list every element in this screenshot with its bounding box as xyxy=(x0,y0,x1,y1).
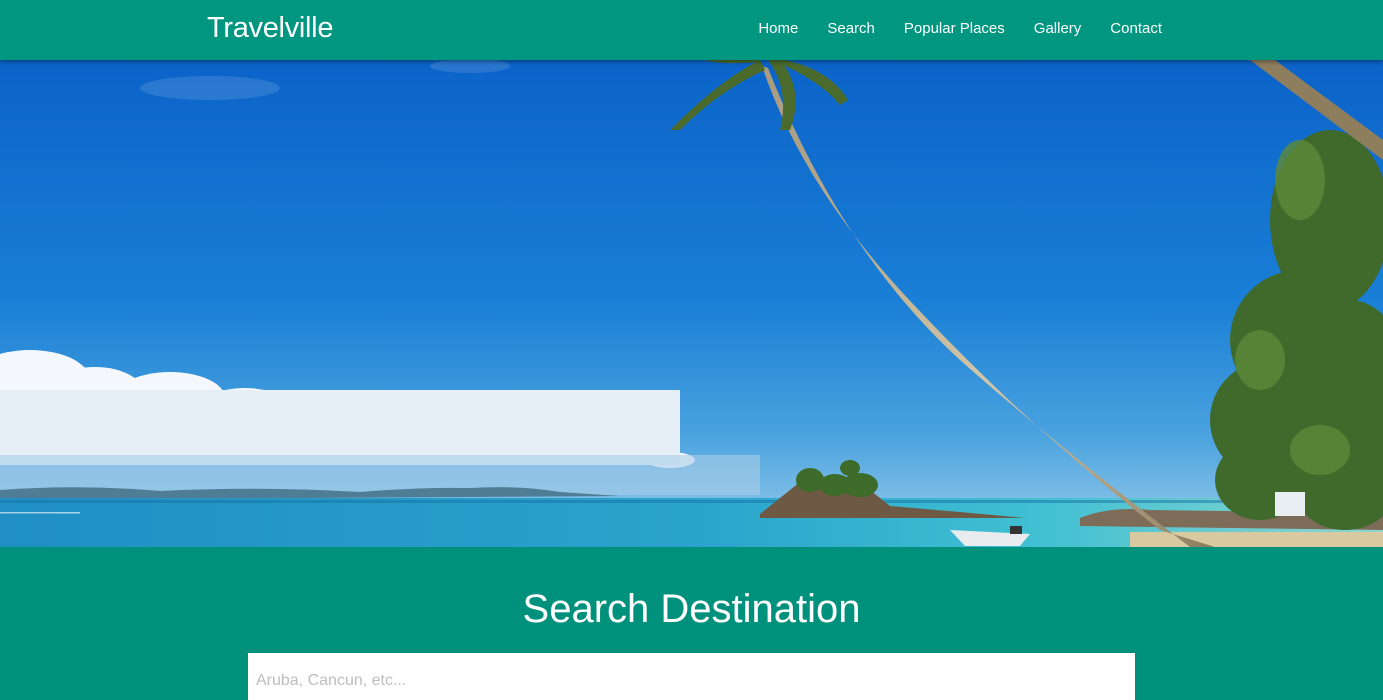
hero-banner xyxy=(0,60,1383,547)
destination-search-input[interactable] xyxy=(248,653,1135,700)
nav-link-search[interactable]: Search xyxy=(827,20,875,37)
nav-link-popular-places[interactable]: Popular Places xyxy=(904,20,1005,37)
brand-logo[interactable]: Travelville xyxy=(207,12,333,45)
search-section: Search Destination xyxy=(0,547,1383,700)
main-nav: Home Search Popular Places Gallery Conta… xyxy=(758,20,1162,37)
hero-beach-image xyxy=(0,60,1383,547)
nav-link-gallery[interactable]: Gallery xyxy=(1034,20,1082,37)
top-navbar: Travelville Home Search Popular Places G… xyxy=(0,0,1383,60)
search-heading: Search Destination xyxy=(522,587,861,631)
nav-link-contact[interactable]: Contact xyxy=(1110,20,1162,37)
nav-link-home[interactable]: Home xyxy=(758,20,798,37)
